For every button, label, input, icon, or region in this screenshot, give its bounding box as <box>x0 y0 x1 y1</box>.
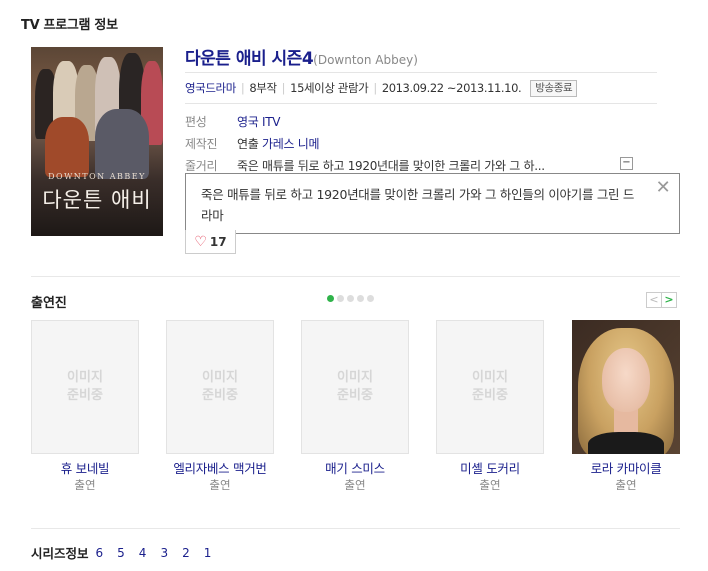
poster-korean-title: 다운튼 애비 <box>42 188 152 212</box>
divider <box>31 276 680 277</box>
photo-clothing <box>588 432 664 454</box>
production-label: 제작진 <box>185 137 218 151</box>
pagination-dot[interactable] <box>347 295 354 302</box>
channel-label: 편성 <box>185 115 207 129</box>
cast-photo-placeholder[interactable]: 이미지준비중 <box>436 320 544 454</box>
cast-item[interactable]: 이미지준비중 매기 스미스 출연 <box>301 320 409 494</box>
separator: | <box>281 81 286 95</box>
section-title: TV 프로그램 정보 <box>21 18 118 33</box>
cast-name[interactable]: 휴 보네빌 <box>31 460 139 477</box>
genre-link[interactable]: 영국드라마 <box>185 80 236 96</box>
heart-icon: ♡ <box>194 233 207 250</box>
director-link[interactable]: 가레스 니메 <box>262 137 320 151</box>
season-link[interactable]: 3 <box>160 546 168 560</box>
episode-count: 8부작 <box>249 81 277 95</box>
synopsis-label: 줄거리 <box>185 159 218 173</box>
cast-section-title: 출연진 <box>31 296 67 311</box>
synopsis-row: 줄거리 죽은 매튜를 뒤로 하고 1920년대를 맞이한 크롤리 가와 그 하..… <box>185 157 545 174</box>
chevron-right-icon[interactable]: > <box>661 292 677 308</box>
pagination-dot[interactable] <box>357 295 364 302</box>
cast-role: 출연 <box>479 478 501 492</box>
cast-item[interactable]: 이미지준비중 휴 보네빌 출연 <box>31 320 139 494</box>
poster-figure <box>45 117 89 177</box>
cast-item[interactable]: 이미지준비중 미셸 도커리 출연 <box>436 320 544 494</box>
divider <box>31 528 680 529</box>
season-link[interactable]: 2 <box>182 546 190 560</box>
cast-role: 출연 <box>209 478 231 492</box>
cast-role: 출연 <box>74 478 96 492</box>
channel-link[interactable]: 영국 ITV <box>237 115 280 129</box>
cast-item[interactable]: 이미지준비중 엘리자베스 맥거번 출연 <box>166 320 274 494</box>
placeholder-text: 이미지 <box>472 370 508 385</box>
cast-pagination <box>327 295 374 302</box>
close-icon[interactable]: ✕ <box>655 179 671 197</box>
program-meta: 영국드라마 | 8부작 | 15세이상 관람가 | 2013.09.22 ~20… <box>185 72 657 104</box>
season-link[interactable]: 6 <box>96 546 104 560</box>
program-poster[interactable]: DOWNTON ABBEY 다운튼 애비 <box>31 47 163 236</box>
synopsis-short: 죽은 매튜를 뒤로 하고 1920년대를 맞이한 크롤리 가와 그 하... <box>237 159 545 173</box>
production-row: 제작진 연출 가레스 니메 <box>185 135 320 152</box>
original-title: (Downton Abbey) <box>313 53 418 67</box>
cast-photo-placeholder[interactable]: 이미지준비중 <box>301 320 409 454</box>
pagination-dot[interactable] <box>337 295 344 302</box>
cast-name[interactable]: 로라 카마이클 <box>572 460 680 477</box>
placeholder-text: 준비중 <box>202 388 238 403</box>
placeholder-text: 준비중 <box>472 388 508 403</box>
placeholder-text: 준비중 <box>67 388 103 403</box>
program-title[interactable]: 다운튼 애비 시즌4 <box>185 49 314 69</box>
season-link[interactable]: 1 <box>204 546 212 560</box>
cast-nav: < > <box>646 292 677 308</box>
poster-english-title: DOWNTON ABBEY <box>48 172 146 181</box>
status-badge: 방송종료 <box>530 79 578 97</box>
cast-role: 출연 <box>344 478 366 492</box>
synopsis-toggle-button[interactable]: − <box>620 157 633 170</box>
poster-figure <box>95 109 149 179</box>
chevron-left-icon[interactable]: < <box>646 292 662 308</box>
pagination-dot[interactable] <box>327 295 334 302</box>
air-period: 2013.09.22 ~2013.11.10. <box>381 81 522 95</box>
synopsis-popup: 죽은 매튜를 뒤로 하고 1920년대를 맞이한 크롤리 가와 그 하인들의 이… <box>185 173 680 234</box>
program-title-row: 다운튼 애비 시즌4(Downton Abbey) <box>185 44 660 72</box>
separator: | <box>240 81 245 95</box>
like-count: 17 <box>209 234 227 249</box>
cast-name[interactable]: 매기 스미스 <box>301 460 409 477</box>
placeholder-text: 이미지 <box>202 370 238 385</box>
synopsis-full-text: 죽은 매튜를 뒤로 하고 1920년대를 맞이한 크롤리 가와 그 하인들의 이… <box>201 187 635 223</box>
cast-name[interactable]: 미셸 도커리 <box>436 460 544 477</box>
photo-face <box>602 348 650 412</box>
cast-photo-placeholder[interactable]: 이미지준비중 <box>166 320 274 454</box>
series-info: 시리즈정보 6 5 4 3 2 1 <box>31 543 225 562</box>
series-label: 시리즈정보 <box>31 546 89 561</box>
cast-photo-placeholder[interactable]: 이미지준비중 <box>31 320 139 454</box>
cast-item[interactable]: 로라 카마이클 출연 <box>572 320 680 494</box>
pagination-dot[interactable] <box>367 295 374 302</box>
cast-role: 출연 <box>615 478 637 492</box>
placeholder-text: 준비중 <box>337 388 373 403</box>
separator: | <box>373 81 377 95</box>
like-button[interactable]: ♡ 17 <box>185 230 236 254</box>
channel-row: 편성 영국 ITV <box>185 113 280 130</box>
placeholder-text: 이미지 <box>337 370 373 385</box>
cast-name[interactable]: 엘리자베스 맥거번 <box>166 460 274 477</box>
season-link[interactable]: 4 <box>139 546 147 560</box>
actor-photo[interactable] <box>572 320 680 454</box>
placeholder-text: 이미지 <box>67 370 103 385</box>
age-rating: 15세이상 관람가 <box>290 81 369 95</box>
season-link[interactable]: 5 <box>117 546 125 560</box>
production-role: 연출 <box>237 137 259 151</box>
